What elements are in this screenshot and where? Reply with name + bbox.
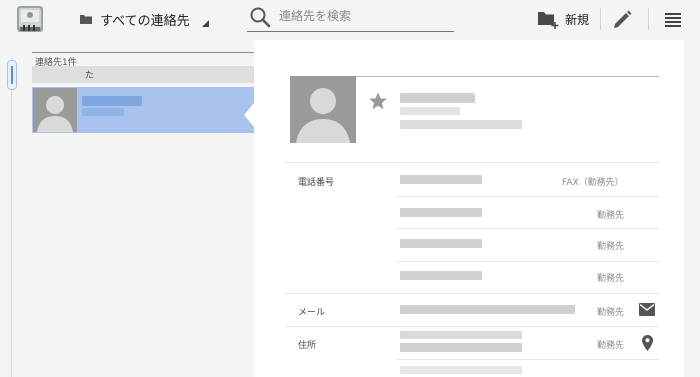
phone-type-label: FAX（勤務先） <box>562 178 624 188</box>
address-redacted[interactable] <box>400 343 522 352</box>
section-divider <box>285 162 659 163</box>
search-box[interactable] <box>247 3 454 32</box>
map-pin-icon[interactable] <box>642 335 653 351</box>
fast-scroll-track <box>11 58 12 377</box>
phone-number-redacted[interactable] <box>400 208 482 217</box>
phone-number-redacted[interactable] <box>400 271 482 280</box>
address-section-title: 住所 <box>298 341 317 351</box>
row-divider <box>396 359 659 360</box>
contact-info-redacted <box>400 107 460 115</box>
email-section-title: メール <box>298 308 326 318</box>
address-redacted[interactable] <box>400 331 522 339</box>
email-address-redacted[interactable] <box>400 305 575 314</box>
fast-scroll-thumb[interactable] <box>7 60 17 90</box>
new-contact-label: 新規 <box>565 12 590 27</box>
action-bar: すべての連絡先 新規 <box>0 0 700 40</box>
section-divider <box>285 326 659 327</box>
address-redacted[interactable] <box>400 366 522 374</box>
contact-photo[interactable] <box>290 76 356 143</box>
overflow-menu-icon[interactable] <box>662 8 684 30</box>
toolbar-divider <box>600 8 601 30</box>
contacts-app-icon[interactable] <box>16 5 44 33</box>
person-silhouette-icon <box>37 96 73 132</box>
phone-type-label: 勤務先 <box>597 211 625 221</box>
favorite-star-icon[interactable] <box>368 91 388 111</box>
phone-number-redacted[interactable] <box>400 239 482 248</box>
list-divider <box>32 52 254 53</box>
selection-pointer <box>244 103 254 127</box>
person-silhouette-icon <box>296 88 350 143</box>
row-divider <box>396 228 659 229</box>
phone-type-label: 勤務先 <box>597 274 625 284</box>
search-input[interactable] <box>279 7 449 25</box>
contact-name-redacted <box>400 93 475 103</box>
contact-list-item[interactable] <box>32 87 254 133</box>
search-icon <box>250 7 271 28</box>
section-letter: た <box>85 71 95 81</box>
contact-name-redacted <box>82 108 124 116</box>
folder-icon <box>80 15 92 24</box>
new-contact-button[interactable]: 新規 <box>536 6 589 32</box>
edit-pencil-icon[interactable] <box>610 7 634 29</box>
dropdown-triangle-icon <box>202 20 209 27</box>
phone-type-label: 勤務先 <box>597 242 625 252</box>
contact-name-redacted <box>82 96 142 106</box>
row-divider <box>396 196 659 197</box>
address-type-label: 勤務先 <box>597 341 625 351</box>
email-icon[interactable] <box>639 303 655 316</box>
email-type-label: 勤務先 <box>597 308 625 318</box>
group-selector-dropdown[interactable]: すべての連絡先 <box>80 8 209 30</box>
phone-section-title: 電話番号 <box>298 178 335 188</box>
toolbar-divider <box>648 8 649 30</box>
row-divider <box>396 261 659 262</box>
contact-info-redacted <box>400 120 522 129</box>
add-contact-icon <box>538 12 559 29</box>
phone-number-redacted[interactable] <box>400 175 482 184</box>
list-section-header: た <box>32 66 254 83</box>
group-selector-label: すべての連絡先 <box>100 13 190 29</box>
section-divider <box>285 293 659 294</box>
contact-avatar <box>33 88 77 132</box>
